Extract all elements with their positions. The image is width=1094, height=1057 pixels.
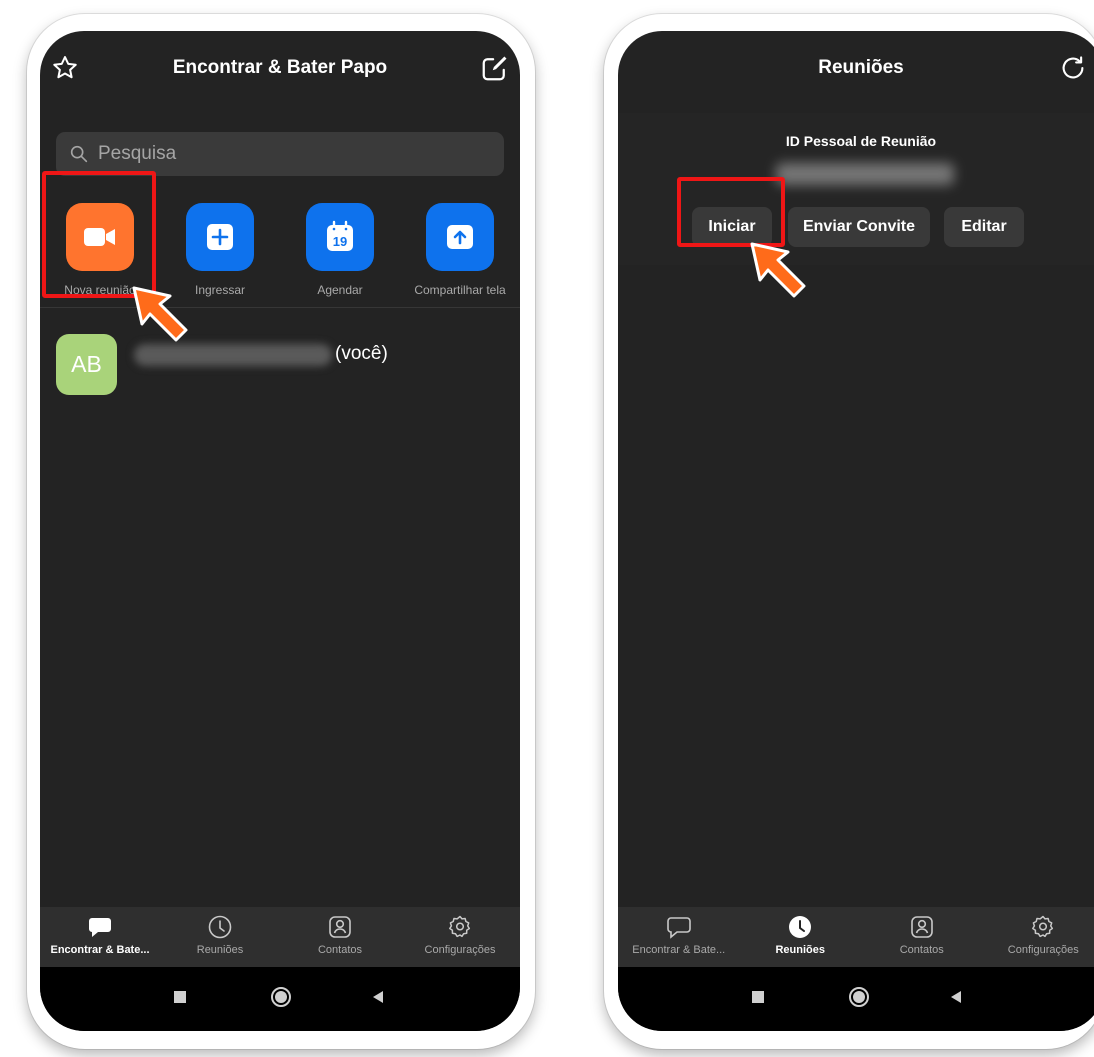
tab-settings[interactable]: Configurações	[983, 907, 1094, 967]
page-title: Encontrar & Bater Papo	[172, 57, 388, 78]
clock-icon	[207, 914, 233, 940]
chat-icon	[87, 914, 113, 940]
tab-meetings-label: Reuniões	[196, 944, 244, 956]
android-nav-bar	[618, 967, 1094, 1031]
tab-chat-label: Encontrar & Bate...	[50, 944, 150, 956]
back-button[interactable]	[370, 989, 386, 1010]
chat-icon	[666, 914, 692, 940]
blurred-meeting-id	[776, 163, 954, 185]
tab-meetings[interactable]: Reuniões	[160, 907, 280, 967]
android-nav-bar	[40, 967, 520, 1031]
tab-meetings[interactable]: Reuniões	[740, 907, 862, 967]
schedule-label: Agendar	[317, 283, 363, 297]
tab-meetings-label: Reuniões	[775, 944, 825, 956]
tab-contacts-label: Contatos	[899, 944, 944, 956]
phone-frame-right: Reuniões ID Pessoal de Reunião Iniciar E…	[604, 14, 1094, 1049]
bottom-tab-bar: Encontrar & Bate... Reuniões Contatos Co…	[618, 907, 1094, 967]
tab-chat[interactable]: Encontrar & Bate...	[618, 907, 740, 967]
highlight-box-start	[677, 177, 785, 247]
share-screen-button[interactable]: Compartilhar tela	[400, 203, 520, 303]
tab-contacts[interactable]: Contatos	[861, 907, 983, 967]
refresh-icon[interactable]	[1058, 53, 1088, 83]
tab-chat[interactable]: Encontrar & Bate...	[40, 907, 160, 967]
app-header: Reuniões	[618, 31, 1094, 101]
share-screen-label: Compartilhar tela	[414, 283, 506, 297]
clock-icon	[787, 914, 813, 940]
page-title: Reuniões	[818, 57, 904, 78]
share-screen-icon	[426, 203, 494, 271]
contact-row-self[interactable]: AB (você)	[56, 334, 506, 398]
search-input[interactable]: Pesquisa	[56, 132, 504, 176]
blurred-contact-name	[134, 344, 332, 366]
recent-apps-button[interactable]	[750, 989, 766, 1010]
tab-settings-label: Configurações	[424, 944, 496, 956]
calendar-day: 19	[333, 234, 347, 249]
recent-apps-button[interactable]	[172, 989, 188, 1010]
tab-contacts[interactable]: Contatos	[280, 907, 400, 967]
pointer-arrow-left	[132, 286, 188, 342]
personal-meeting-id-label: ID Pessoal de Reunião	[785, 133, 937, 149]
contacts-icon	[327, 914, 353, 940]
search-icon	[68, 143, 90, 165]
tab-contacts-label: Contatos	[317, 944, 363, 956]
bottom-tab-bar: Encontrar & Bate... Reuniões Contatos Co…	[40, 907, 520, 967]
gear-icon	[1030, 914, 1056, 940]
tab-settings[interactable]: Configurações	[400, 907, 520, 967]
home-button[interactable]	[270, 986, 292, 1013]
pointer-arrow-right	[750, 242, 806, 298]
contact-self-suffix: (você)	[335, 343, 388, 364]
tab-settings-label: Configurações	[1007, 944, 1079, 956]
home-button[interactable]	[848, 986, 870, 1013]
calendar-icon: 19	[306, 203, 374, 271]
tab-chat-label: Encontrar & Bate...	[632, 944, 726, 956]
highlight-box-new-meeting	[42, 171, 156, 298]
avatar: AB	[56, 334, 117, 395]
back-button[interactable]	[948, 989, 964, 1010]
contacts-icon	[909, 914, 935, 940]
gear-icon	[447, 914, 473, 940]
schedule-button[interactable]: 19 Agendar	[280, 203, 400, 303]
compose-icon[interactable]	[480, 53, 510, 83]
divider	[40, 307, 520, 308]
edit-button[interactable]: Editar	[944, 207, 1024, 247]
app-header: Encontrar & Bater Papo	[40, 31, 520, 101]
phone-frame-left: Encontrar & Bater Papo Pesquisa Nova reu…	[27, 14, 535, 1049]
search-placeholder: Pesquisa	[98, 143, 177, 164]
plus-icon	[186, 203, 254, 271]
